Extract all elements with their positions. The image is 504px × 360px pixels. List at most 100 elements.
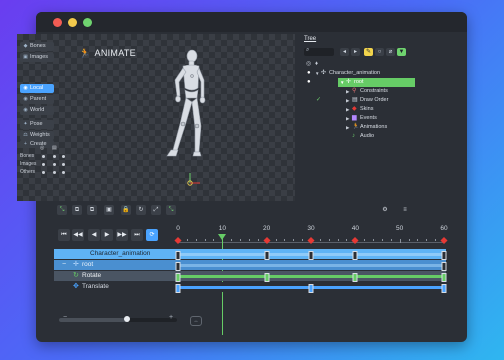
tree-item-constraints[interactable]: ▶ ⚲ Constraints	[298, 87, 415, 96]
zoom-slider-thumb[interactable]	[124, 316, 131, 322]
graph-settings-icon[interactable]: ⚙	[380, 205, 390, 215]
tab-tree[interactable]: Tree	[304, 36, 316, 42]
menu-icon[interactable]: ≡	[400, 205, 410, 215]
expand-icon[interactable]: ▶	[346, 105, 349, 114]
keyframe-track[interactable]	[175, 273, 447, 282]
timeline-row-translate[interactable]: ✥ Translate	[54, 282, 447, 293]
tree-item-animations[interactable]: ▶ 🏃 Animations	[298, 123, 415, 132]
keyframe[interactable]	[175, 284, 181, 293]
ruler-tick	[293, 239, 295, 241]
ruler-label: 30	[307, 225, 315, 232]
clip-icon[interactable]: ⌀	[386, 48, 395, 56]
search-icon: ⌕	[306, 47, 310, 53]
step-forward-button[interactable]: ▶▶	[116, 229, 128, 241]
timeline-row-root[interactable]: ✛ − root	[54, 260, 447, 271]
mannequin-figure[interactable]	[157, 46, 217, 196]
close-window-button[interactable]	[53, 18, 62, 27]
running-figure-icon: 🏃	[79, 48, 91, 58]
ruler-tick	[381, 239, 383, 241]
scale-key-icon[interactable]: ⤡	[166, 205, 176, 215]
visibility-row-images[interactable]: Images	[20, 160, 66, 168]
animation-viewport[interactable]: ◆ Bones ▣ Images ◉ Local ◉ Parent ◉ World ✦ Po…	[17, 34, 295, 201]
keyframe[interactable]	[441, 262, 447, 271]
keyframe[interactable]	[308, 284, 314, 293]
keyframe[interactable]	[352, 273, 358, 282]
paste-icon[interactable]: ⧉	[87, 205, 97, 215]
weights-icon: ⚖	[23, 132, 28, 138]
keyframe[interactable]	[441, 284, 447, 293]
tool-images-button[interactable]: ▣ Images	[20, 53, 54, 62]
ruler-tick	[346, 239, 348, 241]
play-reverse-button[interactable]: ◀	[88, 229, 100, 241]
move-down-icon[interactable]: ▸	[351, 48, 360, 56]
keyframe-track[interactable]	[175, 262, 447, 271]
keyframe[interactable]	[175, 273, 181, 282]
expand-icon[interactable]: ▶	[346, 87, 349, 96]
tree-item-root-visibility[interactable]: ●	[298, 78, 338, 87]
lock-icon[interactable]: 🔒	[121, 205, 131, 215]
timeline-zoom-slider[interactable]	[59, 316, 177, 322]
tree-item-skins[interactable]: ▶ ◆ Skins	[298, 105, 415, 114]
tree-item-root[interactable]: ▼ ✛ root	[338, 78, 415, 87]
keyframe[interactable]	[264, 273, 270, 282]
visibility-row-bones[interactable]: Bones	[20, 152, 66, 160]
mode-title: 🏃 ANIMATE	[79, 48, 136, 58]
ruler-tick	[328, 239, 330, 241]
go-to-start-button[interactable]: ⏮	[58, 229, 70, 241]
tool-bones-button[interactable]: ◆ Bones	[20, 42, 54, 51]
expand-icon[interactable]: ▶	[346, 123, 349, 132]
transform-gizmo[interactable]	[187, 173, 200, 186]
expand-icon[interactable]: ▶	[346, 96, 349, 105]
tool-weights-button[interactable]: ⚖ Weights	[20, 131, 54, 140]
tool-parent-button[interactable]: ◉ Parent	[20, 95, 54, 104]
expand-icon[interactable]: ▼	[340, 78, 344, 87]
visibility-row-others[interactable]: Others	[20, 168, 66, 176]
copy-icon[interactable]: ⧉	[72, 205, 82, 215]
step-back-button[interactable]: ◀◀	[72, 229, 84, 241]
key-all-icon[interactable]: ▣	[104, 205, 114, 215]
translate-key-icon[interactable]: ⤢	[151, 205, 161, 215]
tool-pose-button[interactable]: ✦ Pose	[20, 120, 54, 129]
tree-item-draw-order[interactable]: ✓ ▶ ▤ Draw Order	[298, 96, 415, 105]
keyframe[interactable]	[441, 251, 447, 260]
tool-world-button[interactable]: ◉ World	[20, 106, 54, 115]
tree-item-character-animation[interactable]: ● ▼ ✣ Character_animation	[298, 69, 415, 78]
tool-local-button[interactable]: ◉ Local	[20, 84, 54, 93]
minimize-window-button[interactable]	[68, 18, 77, 27]
ruler-tick	[231, 239, 233, 241]
move-up-icon[interactable]: ◂	[340, 48, 349, 56]
expand-icon[interactable]: ▶	[346, 114, 349, 123]
circle-icon[interactable]: ○	[375, 48, 384, 56]
timeline-scroll-button[interactable]: ↔	[190, 316, 202, 326]
keyframe[interactable]	[308, 251, 314, 260]
loop-toggle[interactable]: ⟳	[146, 229, 158, 241]
timeline-row-rotate[interactable]: ↻ Rotate	[54, 271, 447, 282]
play-button[interactable]: ▶	[101, 229, 113, 241]
auto-key-icon[interactable]: ⤡	[57, 205, 67, 215]
zoom-window-button[interactable]	[83, 18, 92, 27]
keyframe[interactable]	[175, 262, 181, 271]
ruler-tick	[284, 239, 286, 241]
rotate-key-icon[interactable]: ↻	[136, 205, 146, 215]
translate-icon: ✥	[73, 283, 79, 290]
tree-search-input[interactable]: ⌕	[304, 47, 334, 56]
ruler-tick	[435, 239, 437, 241]
brush-icon[interactable]: ✎	[364, 48, 373, 56]
zoom-in-icon[interactable]: +	[169, 314, 173, 321]
keyframe[interactable]	[175, 251, 181, 260]
keyframe[interactable]	[441, 273, 447, 282]
timeline-row-character-animation[interactable]: Character_animation	[54, 249, 447, 260]
keyframe-track[interactable]	[175, 284, 447, 293]
keyframe[interactable]	[264, 251, 270, 260]
tree-item-audio[interactable]: ♪ Audio	[298, 132, 415, 141]
ruler-tick	[390, 239, 392, 241]
ruler-tick	[399, 239, 401, 243]
expand-icon[interactable]: ▼	[315, 69, 319, 78]
keyframe-track[interactable]	[175, 251, 447, 260]
keyframe[interactable]	[352, 251, 358, 260]
tree-item-events[interactable]: ▶ ▆ Events	[298, 114, 415, 123]
go-to-end-button[interactable]: ⏭	[131, 229, 143, 241]
filter-icon[interactable]: ▼	[397, 48, 406, 56]
skins-icon: ◆	[352, 106, 357, 112]
collapse-icon[interactable]: −	[62, 260, 66, 270]
